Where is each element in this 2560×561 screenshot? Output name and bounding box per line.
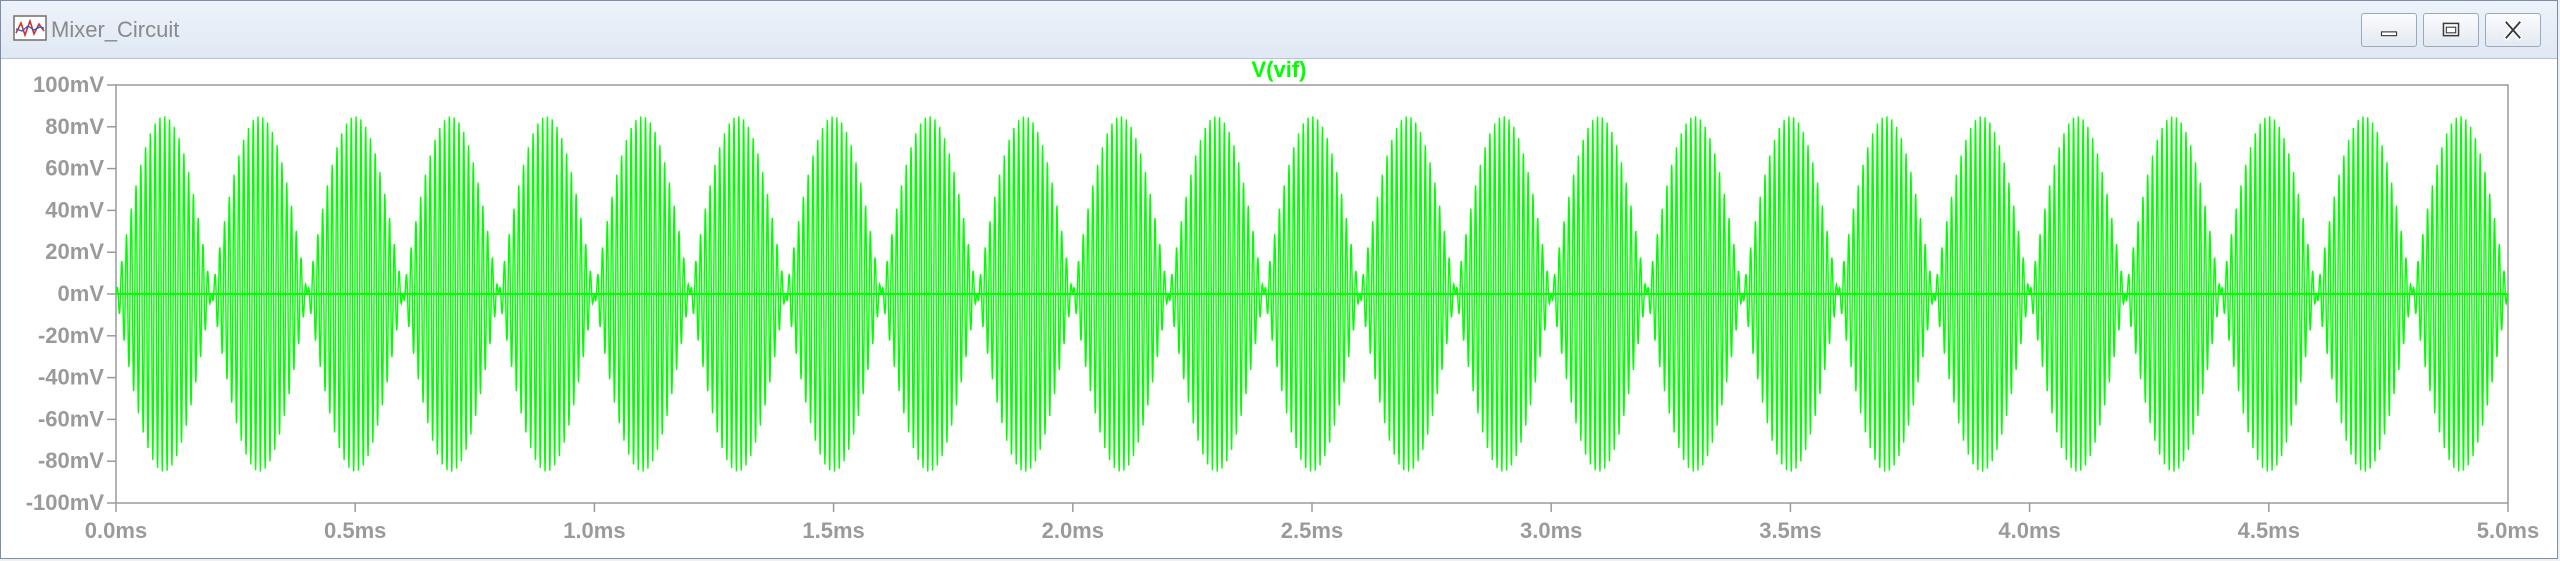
y-tick-label: -60mV [38, 406, 104, 431]
plot-area[interactable]: 100mV80mV60mV40mV20mV0mV-20mV-40mV-60mV-… [1, 1, 2559, 560]
x-tick-label: 4.5ms [2238, 518, 2300, 543]
y-tick-label: 80mV [45, 114, 104, 139]
y-tick-label: -40mV [38, 365, 104, 390]
y-tick-label: 60mV [45, 156, 104, 181]
y-tick-label: -80mV [38, 448, 104, 473]
x-tick-label: 2.5ms [1281, 518, 1343, 543]
y-tick-label: -20mV [38, 323, 104, 348]
y-tick-label: 40mV [45, 197, 104, 222]
x-tick-label: 1.5ms [802, 518, 864, 543]
x-tick-label: 0.0ms [85, 518, 147, 543]
x-tick-label: 4.0ms [1998, 518, 2060, 543]
x-tick-label: 3.5ms [1759, 518, 1821, 543]
waveform-window: Mixer_Circuit 100mV 80mV 60mV 40mV 20mV 0mV -2… [0, 0, 2558, 559]
trace-label-vif[interactable]: V(vif) [1, 57, 2557, 83]
x-tick-label: 1.0ms [563, 518, 625, 543]
y-tick-label: 20mV [45, 239, 104, 264]
y-tick-label: 0mV [58, 281, 105, 306]
x-tick-label: 5.0ms [2477, 518, 2539, 543]
y-tick-label: -100mV [26, 490, 105, 515]
x-tick-label: 3.0ms [1520, 518, 1582, 543]
x-tick-label: 2.0ms [1042, 518, 1104, 543]
x-tick-label: 0.5ms [324, 518, 386, 543]
